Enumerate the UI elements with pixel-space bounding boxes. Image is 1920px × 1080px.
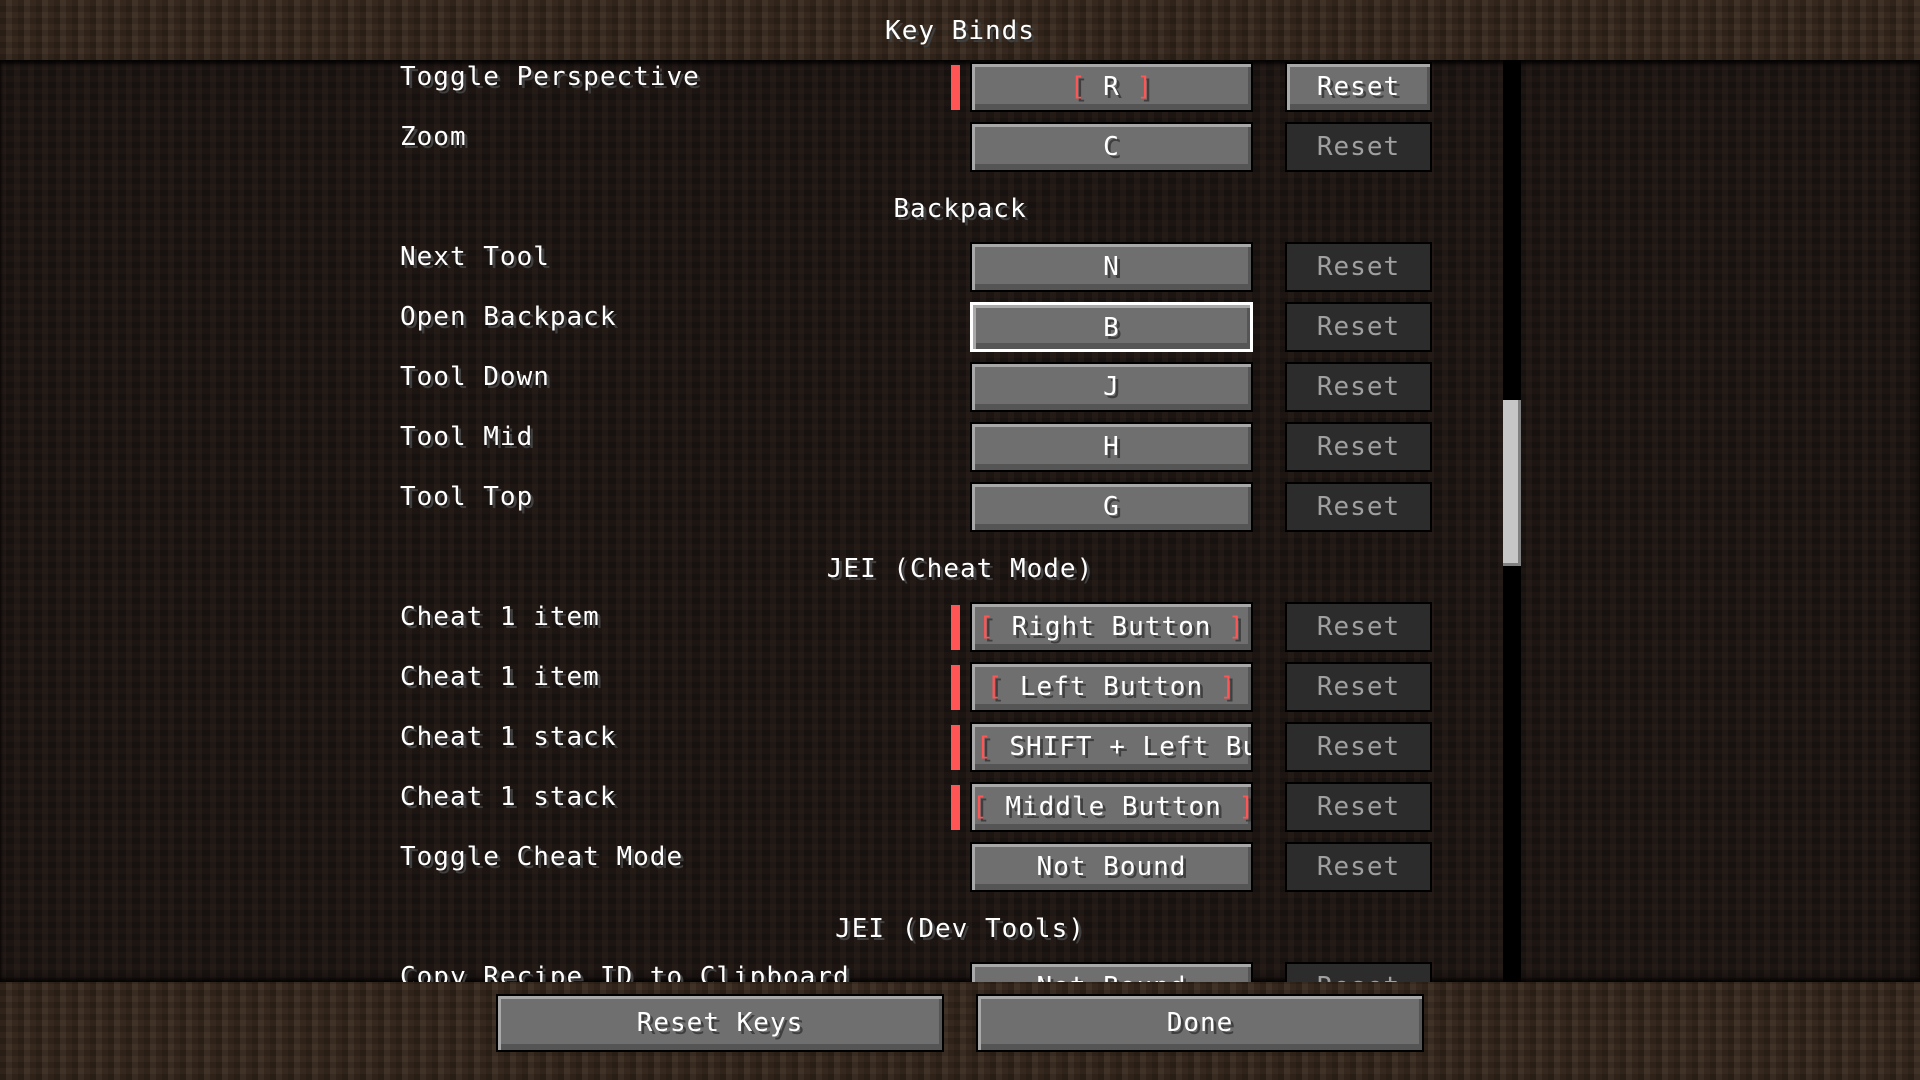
reset-button[interactable]: Reset [1285,602,1432,652]
keybind-label: Open Backpack [400,302,617,332]
screen-title: Key Binds [885,16,1035,46]
key-button[interactable]: [ Left Button ] [970,662,1253,712]
key-button[interactable]: [ Right Button ] [970,602,1253,652]
category-header: JEI (Cheat Mode) [826,554,1094,584]
keybind-label: Tool Mid [400,422,534,452]
reset-button[interactable]: Reset [1285,962,1432,982]
reset-button[interactable]: Reset [1285,782,1432,832]
keybind-label: Cheat 1 item [400,602,600,632]
category-header: Backpack [893,194,1027,224]
key-name: Left Button [1019,672,1204,702]
conflict-bracket-right: ] [1211,612,1245,642]
keybind-label: Toggle Perspective [400,62,700,92]
keybind-label: Toggle Cheat Mode [400,842,684,872]
conflict-bracket-left: [ [1069,72,1104,102]
keybind-row: Cheat 1 stack [ SHIFT + Left But Reset [0,722,1920,772]
keybind-row: Next Tool N Reset [0,242,1920,292]
key-button[interactable]: [ SHIFT + Left But [970,722,1253,772]
key-button[interactable]: B [970,302,1253,352]
conflict-bracket-right: ] [1203,672,1237,702]
key-name: Middle Button [1005,792,1222,822]
conflict-indicator [951,605,960,650]
key-button[interactable]: G [970,482,1253,532]
reset-button[interactable]: Reset [1285,422,1432,472]
keybind-label: Tool Top [400,482,534,512]
keybind-label: Copy Recipe ID to Clipboard [400,962,850,982]
key-button[interactable]: Not Bound [970,962,1253,982]
conflict-bracket-left: [ [972,792,1006,822]
reset-button[interactable]: Reset [1285,662,1432,712]
key-name: R [1103,72,1120,102]
reset-button[interactable]: Reset [1285,62,1432,112]
conflict-bracket-left: [ [976,732,1010,762]
keybind-label: Cheat 1 stack [400,782,617,812]
reset-button[interactable]: Reset [1285,302,1432,352]
keybind-label: Tool Down [400,362,550,392]
keybind-row: Cheat 1 stack [ Middle Button ] Reset [0,782,1920,832]
key-button[interactable]: [ Middle Button ] [970,782,1253,832]
keybind-row: Cheat 1 item [ Left Button ] Reset [0,662,1920,712]
category-header: JEI (Dev Tools) [835,914,1085,944]
keybind-row: Cheat 1 item [ Right Button ] Reset [0,602,1920,652]
conflict-bracket-left: [ [978,612,1012,642]
conflict-indicator [951,785,960,830]
reset-button[interactable]: Reset [1285,242,1432,292]
conflict-bracket-left: [ [986,672,1020,702]
key-name: SHIFT + Left But [1009,732,1253,762]
keybind-row: Zoom C Reset [0,122,1920,172]
keybind-label: Zoom [400,122,467,152]
reset-button[interactable]: Reset [1285,482,1432,532]
keybind-label: Cheat 1 item [400,662,600,692]
keybind-row: Tool Down J Reset [0,362,1920,412]
header-band: Key Binds [0,0,1920,60]
conflict-indicator [951,725,960,770]
scrollbar-thumb[interactable] [1503,400,1521,566]
reset-keys-button[interactable]: Reset Keys [496,994,944,1052]
keybind-row: Toggle Perspective [ R ] Reset [0,62,1920,112]
reset-button[interactable]: Reset [1285,722,1432,772]
done-button[interactable]: Done [976,994,1424,1052]
key-button[interactable]: C [970,122,1253,172]
keybind-list[interactable]: Toggle Perspective [ R ] Reset Zoom C Reset Ba… [0,60,1920,982]
key-button[interactable]: Not Bound [970,842,1253,892]
conflict-bracket-right: ] [1221,792,1253,822]
keybind-label: Cheat 1 stack [400,722,617,752]
reset-button[interactable]: Reset [1285,842,1432,892]
conflict-indicator [951,65,960,110]
key-button[interactable]: [ R ] [970,62,1253,112]
key-button[interactable]: H [970,422,1253,472]
keybind-row: Toggle Cheat Mode Not Bound Reset [0,842,1920,892]
key-button[interactable]: N [970,242,1253,292]
key-button[interactable]: J [970,362,1253,412]
conflict-indicator [951,665,960,710]
keybind-row: Tool Mid H Reset [0,422,1920,472]
scrollbar[interactable] [1503,60,1521,982]
conflict-bracket-right: ] [1119,72,1154,102]
keybind-row: Copy Recipe ID to Clipboard Not Bound Rese… [0,962,1920,982]
keybind-row: Open Backpack B Reset [0,302,1920,352]
keybind-row: Tool Top G Reset [0,482,1920,532]
key-name: Right Button [1011,612,1212,642]
reset-button[interactable]: Reset [1285,362,1432,412]
keybind-label: Next Tool [400,242,550,272]
footer-band [0,982,1920,1080]
reset-button[interactable]: Reset [1285,122,1432,172]
